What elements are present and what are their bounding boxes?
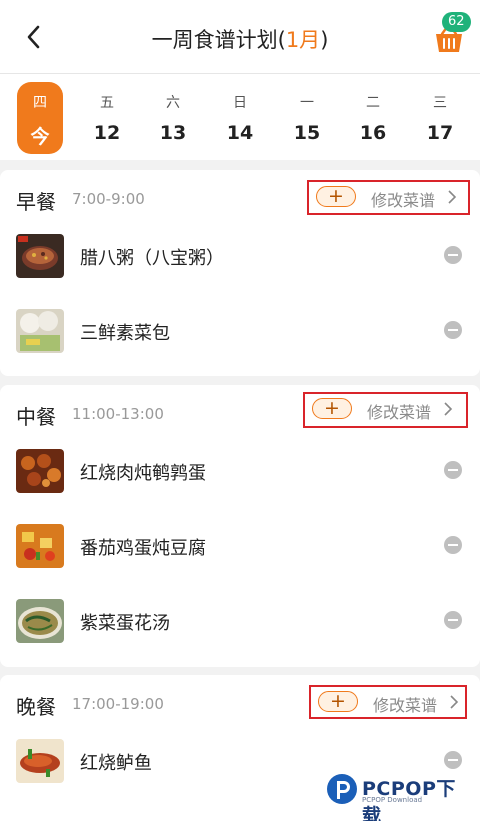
weekday-label: 三 [433, 95, 447, 111]
chevron-right-icon [448, 190, 457, 204]
meal-title: 晚餐 [16, 695, 56, 719]
weekday-label: 一 [300, 95, 314, 111]
dish-row[interactable]: 紫菜蛋花汤 [0, 591, 480, 651]
dish-name: 三鲜素菜包 [80, 323, 170, 344]
meal-time: 11:00-13:00 [72, 405, 164, 423]
breakfast-card: 早餐 7:00-9:00 + 修改菜谱 腊八粥（八宝粥） 三鲜素菜包 [0, 170, 480, 376]
date-label: 16 [359, 122, 387, 144]
cart-count-badge: 62 [442, 12, 471, 32]
edit-menu-link[interactable]: 修改菜谱 [371, 187, 435, 211]
add-dish-button[interactable]: + [318, 691, 358, 712]
date-label: 17 [426, 122, 454, 144]
lunch-card: 中餐 11:00-13:00 + 修改菜谱 红烧肉炖鹌鹑蛋 番茄鸡蛋炖豆腐 紫菜… [0, 385, 480, 667]
watermark-subtitle: PCPOP Download [362, 796, 423, 804]
edit-menu-highlight: + 修改菜谱 [309, 685, 467, 719]
day-monday[interactable]: 一 15 [284, 82, 330, 154]
weekday-label: 五 [100, 95, 114, 111]
tomato-tofu-photo [16, 524, 64, 568]
add-dish-button[interactable]: + [316, 186, 356, 207]
remove-dish-button[interactable] [444, 321, 462, 339]
weekday-label: 四 [33, 95, 47, 111]
weekday-label: 六 [166, 95, 180, 111]
remove-dish-button[interactable] [444, 751, 462, 769]
title-month: 1月 [285, 28, 321, 52]
remove-dish-button[interactable] [444, 461, 462, 479]
dish-name: 红烧肉炖鹌鹑蛋 [80, 463, 206, 484]
weekday-label: 日 [233, 95, 247, 111]
dish-row[interactable]: 腊八粥（八宝粥） [0, 226, 480, 286]
remove-dish-button[interactable] [444, 536, 462, 554]
date-label: 14 [226, 122, 254, 144]
title-close: ) [320, 28, 329, 52]
edit-menu-link[interactable]: 修改菜谱 [373, 692, 437, 716]
dish-name: 紫菜蛋花汤 [80, 613, 170, 634]
weekday-label: 二 [366, 95, 380, 111]
date-label: 12 [93, 122, 121, 144]
chevron-right-icon [444, 402, 453, 416]
dish-name: 红烧鲈鱼 [80, 753, 152, 774]
dish-row[interactable]: 红烧肉炖鹌鹑蛋 [0, 441, 480, 501]
day-wednesday[interactable]: 三 17 [417, 82, 463, 154]
chevron-right-icon [450, 695, 459, 709]
title-text: 一周食谱计划( [151, 28, 286, 52]
meal-time: 7:00-9:00 [72, 190, 145, 208]
braised-fish-photo [16, 739, 64, 783]
seaweed-soup-photo [16, 599, 64, 643]
remove-dish-button[interactable] [444, 611, 462, 629]
page-title: 一周食谱计划(1月) [0, 24, 480, 54]
edit-menu-highlight: + 修改菜谱 [307, 180, 470, 215]
braised-pork-photo [16, 449, 64, 493]
edit-menu-link[interactable]: 修改菜谱 [367, 399, 431, 423]
add-dish-button[interactable]: + [312, 398, 352, 419]
meal-time: 17:00-19:00 [72, 695, 164, 713]
date-label: 今 [30, 126, 50, 148]
date-label: 13 [159, 122, 187, 144]
top-bar: 一周食谱计划(1月) 62 [0, 0, 480, 74]
day-tuesday[interactable]: 二 16 [350, 82, 396, 154]
congee-photo [16, 234, 64, 278]
day-thursday-today[interactable]: 四今 [17, 82, 63, 154]
remove-dish-button[interactable] [444, 246, 462, 264]
dish-name: 腊八粥（八宝粥） [80, 248, 224, 269]
steamed-buns-photo [16, 309, 64, 353]
pcpop-logo-icon [327, 774, 357, 804]
day-saturday[interactable]: 六 13 [150, 82, 196, 154]
meal-title: 中餐 [16, 405, 56, 429]
dish-name: 番茄鸡蛋炖豆腐 [80, 538, 206, 559]
pcpop-watermark: PCPOP下载 PCPOP Download [325, 770, 475, 821]
dish-row[interactable]: 番茄鸡蛋炖豆腐 [0, 516, 480, 576]
date-label: 15 [293, 122, 321, 144]
dish-row[interactable]: 三鲜素菜包 [0, 301, 480, 361]
day-sunday[interactable]: 日 14 [217, 82, 263, 154]
week-selector: 四今 五 12 六 13 日 14 一 15 二 16 三 17 [0, 74, 480, 160]
meal-title: 早餐 [16, 190, 56, 214]
day-friday[interactable]: 五 12 [84, 82, 130, 154]
edit-menu-highlight: + 修改菜谱 [303, 392, 468, 428]
